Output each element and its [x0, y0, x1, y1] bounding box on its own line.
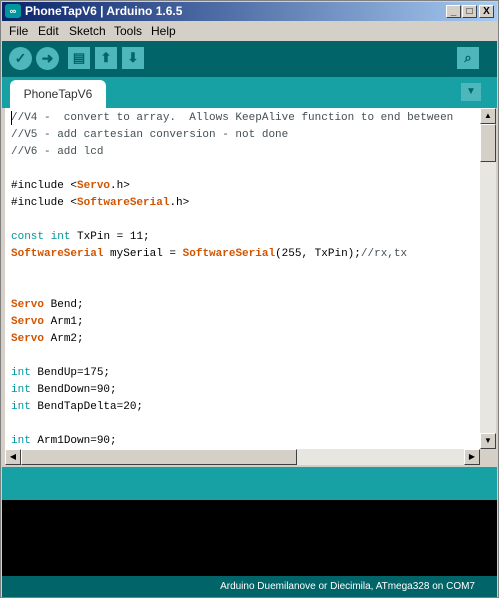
code-line[interactable]	[11, 161, 453, 178]
code-token: SoftwareSerial	[77, 197, 170, 209]
code-token: Arm1Down=90;	[30, 435, 117, 447]
code-line[interactable]: Servo Bend;	[11, 297, 453, 314]
code-text[interactable]: //V4 - convert to array. Allows KeepAliv…	[11, 110, 453, 449]
tab-menu-icon[interactable]: ▼	[461, 83, 481, 101]
code-token: //V5 - add cartesian conversion - not do…	[11, 129, 289, 141]
code-token: SoftwareSerial	[11, 248, 104, 260]
open-icon[interactable]: ⬆	[95, 47, 117, 69]
code-token: int	[50, 231, 71, 243]
code-line[interactable]: int BendUp=175;	[11, 365, 453, 382]
scroll-up-icon[interactable]: ▲	[480, 108, 496, 124]
code-token: int	[11, 367, 31, 379]
code-token: (255, TxPin);	[275, 248, 361, 260]
code-token: Servo	[11, 316, 45, 328]
menu-sketch[interactable]: Sketch	[69, 24, 106, 38]
close-button[interactable]: X	[479, 5, 494, 18]
code-line[interactable]: //V6 - add lcd	[11, 144, 453, 161]
menu-edit[interactable]: Edit	[38, 24, 59, 38]
code-line[interactable]: //V4 - convert to array. Allows KeepAliv…	[11, 110, 453, 127]
horizontal-scrollbar[interactable]: ◀ ▶	[5, 449, 480, 465]
status-bar: Arduino Duemilanove or Diecimila, ATmega…	[2, 576, 497, 597]
code-token: //rx,tx	[360, 248, 408, 260]
code-token: Arm2;	[44, 333, 84, 345]
scroll-right-icon[interactable]: ▶	[464, 449, 480, 465]
minimize-button[interactable]: _	[446, 5, 461, 18]
code-token: //V6 - add lcd	[11, 146, 104, 158]
code-token: const	[11, 231, 45, 243]
code-token: int	[11, 384, 31, 396]
maximize-button[interactable]: □	[462, 5, 477, 18]
code-line[interactable]: const int TxPin = 11;	[11, 229, 453, 246]
title-bar[interactable]: ∞ PhoneTapV6 | Arduino 1.6.5 _ □ X	[2, 2, 497, 21]
code-line[interactable]	[11, 212, 453, 229]
verify-icon[interactable]: ✓	[9, 47, 32, 70]
code-token: BendDown=90;	[30, 384, 117, 396]
console-output[interactable]	[2, 500, 497, 576]
code-token: #include <	[11, 197, 78, 209]
code-token: #include <	[11, 180, 78, 192]
scroll-down-icon[interactable]: ▼	[480, 433, 496, 449]
code-token: SoftwareSerial	[182, 248, 276, 260]
code-token: Arm1;	[44, 316, 84, 328]
menu-tools[interactable]: Tools	[114, 24, 142, 38]
menu-file[interactable]: File	[9, 24, 28, 38]
scrollbar-corner	[480, 449, 496, 465]
code-line[interactable]: int BendTapDelta=20;	[11, 399, 453, 416]
code-token: TxPin = 11;	[70, 231, 150, 243]
scroll-left-icon[interactable]: ◀	[5, 449, 21, 465]
code-token: Bend;	[44, 299, 84, 311]
code-line[interactable]	[11, 263, 453, 280]
code-token: int	[11, 435, 31, 447]
code-token: BendUp=175;	[30, 367, 111, 379]
window-title: PhoneTapV6 | Arduino 1.6.5	[25, 4, 183, 18]
code-line[interactable]: #include <Servo.h>	[11, 178, 453, 195]
menu-help[interactable]: Help	[151, 24, 176, 38]
tab-phonetapv6[interactable]: PhoneTapV6	[10, 80, 106, 108]
code-line[interactable]: #include <SoftwareSerial.h>	[11, 195, 453, 212]
tab-bar: PhoneTapV6 ▼	[2, 77, 497, 108]
code-line[interactable]: int BendDown=90;	[11, 382, 453, 399]
code-token: int	[11, 401, 31, 413]
serial-monitor-icon[interactable]: ⌕	[457, 47, 479, 69]
menu-bar: File Edit Sketch Tools Help	[2, 21, 497, 41]
new-icon[interactable]: ▤	[68, 47, 90, 69]
arduino-ide-window: ∞ PhoneTapV6 | Arduino 1.6.5 _ □ X File …	[0, 0, 499, 598]
code-token: //V4 - convert to array. Allows KeepAliv…	[11, 112, 454, 124]
code-line[interactable]: SoftwareSerial mySerial = SoftwareSerial…	[11, 246, 453, 263]
message-area	[2, 467, 497, 500]
code-token: mySerial =	[103, 248, 183, 260]
code-line[interactable]: Servo Arm1;	[11, 314, 453, 331]
code-token: BendTapDelta=20;	[30, 401, 144, 413]
text-cursor	[11, 111, 12, 125]
board-status: Arduino Duemilanove or Diecimila, ATmega…	[220, 581, 475, 592]
vertical-scrollbar[interactable]: ▲ ▼	[480, 108, 496, 449]
code-token: Servo	[11, 299, 45, 311]
code-line[interactable]	[11, 280, 453, 297]
horizontal-scroll-thumb[interactable]	[21, 449, 297, 465]
vertical-scroll-thumb[interactable]	[480, 124, 496, 162]
code-editor[interactable]: //V4 - convert to array. Allows KeepAliv…	[5, 108, 480, 449]
code-token: .h>	[169, 197, 190, 209]
code-token: .h>	[110, 180, 130, 192]
toolbar: ✓ ➜ ▤ ⬆ ⬇ ⌕	[2, 41, 497, 77]
code-line[interactable]: int Arm1Down=90;	[11, 433, 453, 449]
code-line[interactable]: Servo Arm2;	[11, 331, 453, 348]
arduino-app-icon: ∞	[5, 4, 21, 18]
code-token: Servo	[11, 333, 45, 345]
code-line[interactable]	[11, 348, 453, 365]
upload-icon[interactable]: ➜	[36, 47, 59, 70]
code-line[interactable]	[11, 416, 453, 433]
code-token: Servo	[77, 180, 111, 192]
save-icon[interactable]: ⬇	[122, 47, 144, 69]
code-line[interactable]: //V5 - add cartesian conversion - not do…	[11, 127, 453, 144]
